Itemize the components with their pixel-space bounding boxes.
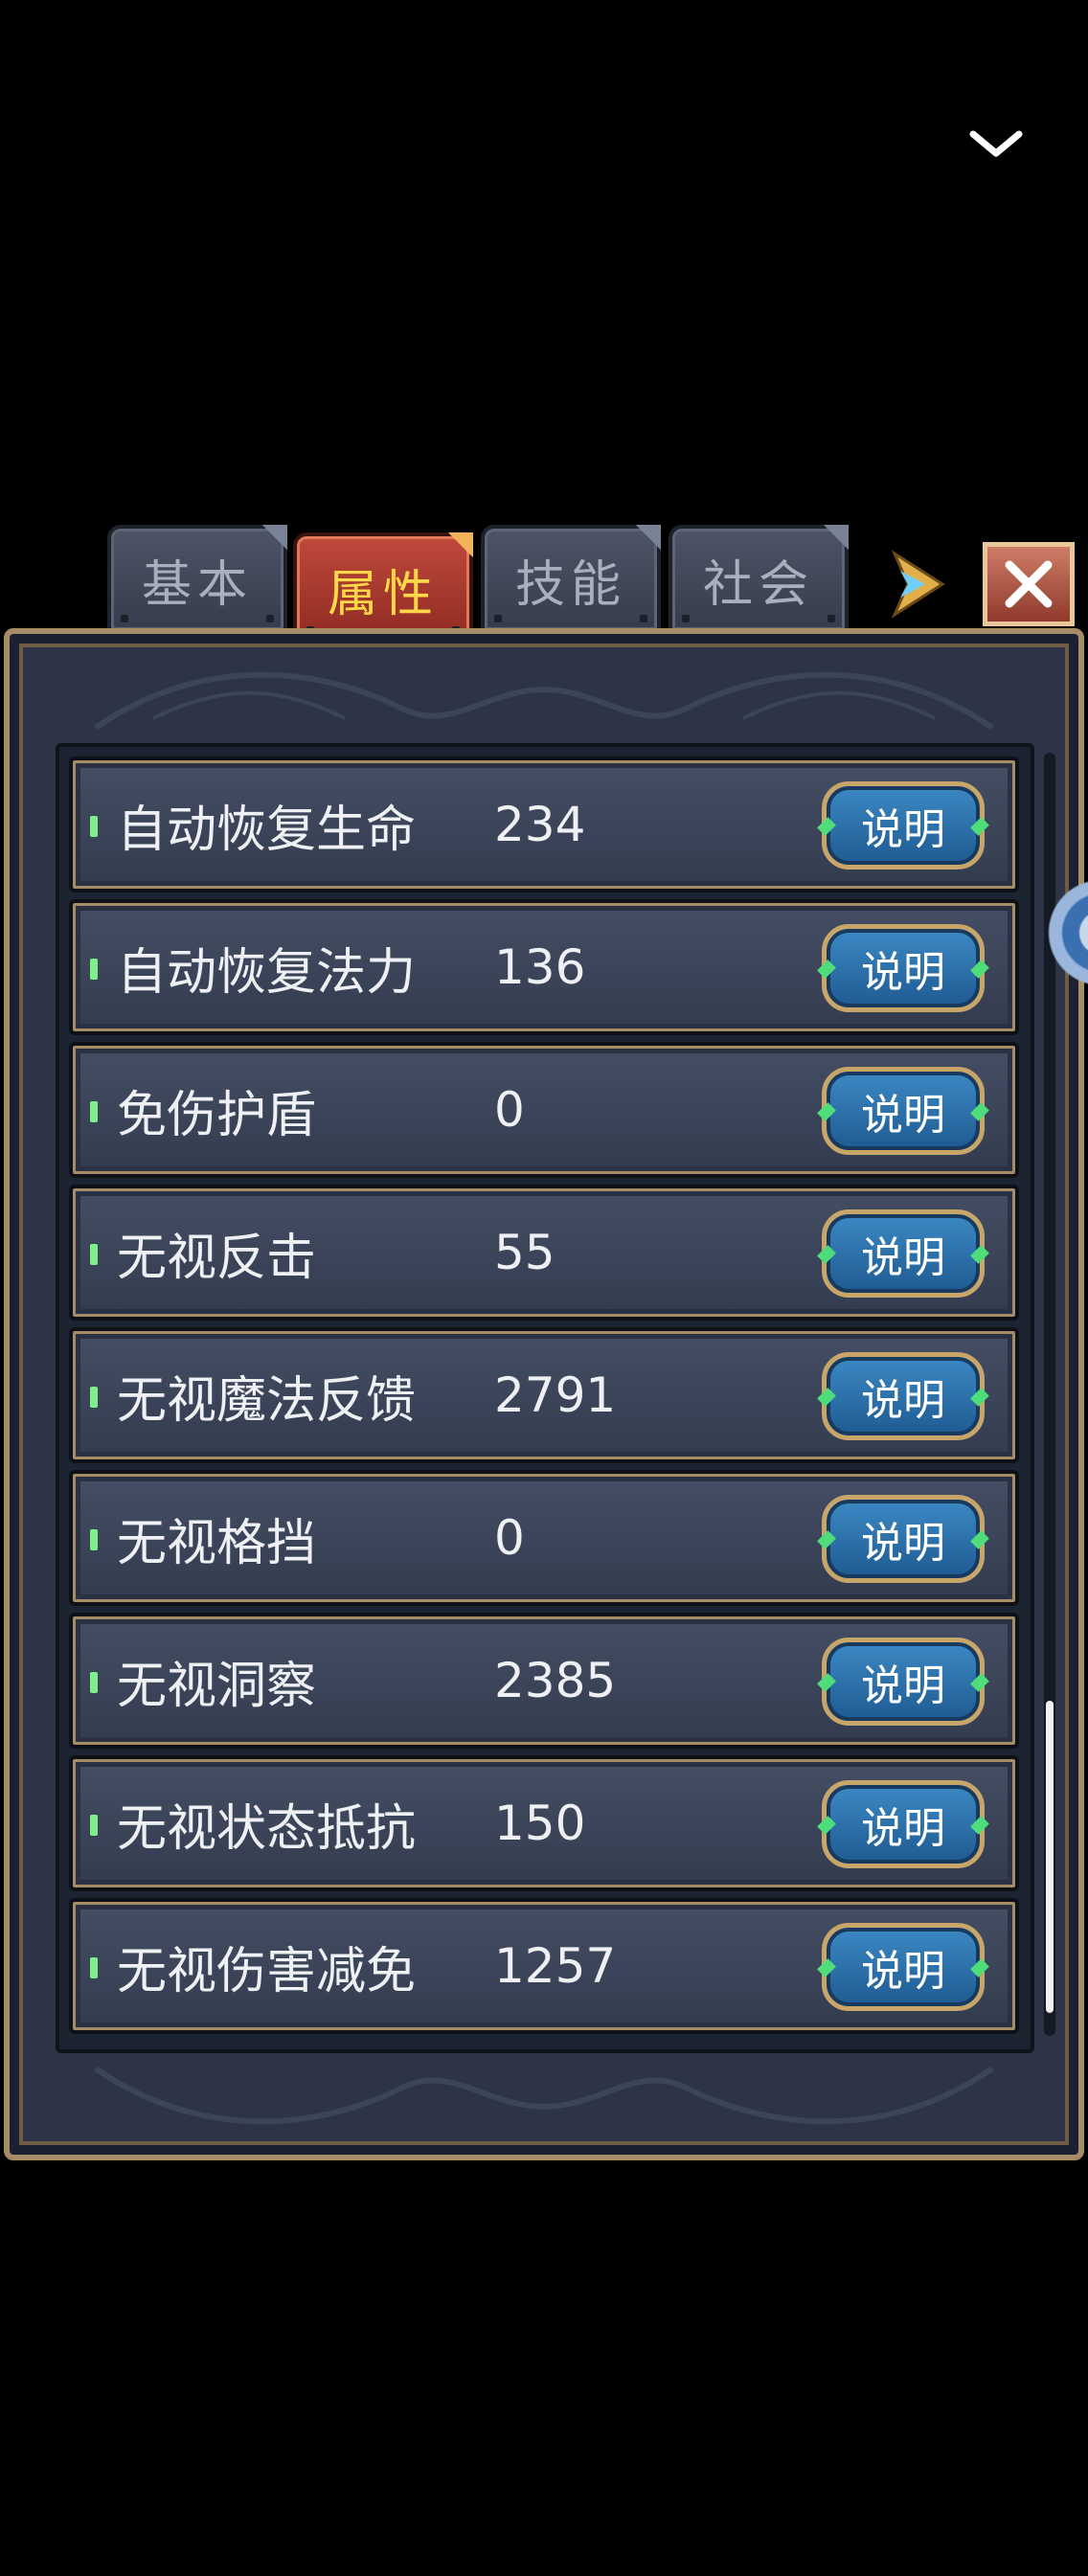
chevron-down-icon[interactable] bbox=[967, 124, 1025, 163]
explain-button[interactable]: 说明 bbox=[817, 1638, 989, 1726]
tab-skills[interactable]: 技能 bbox=[481, 525, 661, 634]
attribute-value: 150 bbox=[494, 1796, 586, 1851]
explain-button-label: 说明 bbox=[861, 948, 945, 997]
attribute-value: 234 bbox=[494, 797, 586, 852]
arrow-right-icon[interactable] bbox=[887, 548, 948, 621]
attribute-name: 无视状态抵抗 bbox=[117, 1799, 417, 1858]
attribute-name: 自动恢复生命 bbox=[117, 801, 417, 859]
attribute-name: 自动恢复法力 bbox=[117, 943, 417, 1002]
frame-ornament-bottom bbox=[94, 2066, 994, 2125]
explain-button[interactable]: 说明 bbox=[817, 924, 989, 1012]
attribute-row: 无视状态抵抗 150 说明 bbox=[69, 1755, 1019, 1891]
attribute-row: 无视反击 55 说明 bbox=[69, 1185, 1019, 1321]
tab-social-label: 社会 bbox=[702, 555, 814, 614]
bullet-marker bbox=[90, 1387, 98, 1408]
tab-basic[interactable]: 基本 bbox=[107, 525, 287, 634]
bullet-marker bbox=[90, 959, 98, 980]
attribute-value: 0 bbox=[494, 1510, 525, 1566]
explain-button-label: 说明 bbox=[861, 1519, 945, 1568]
tab-skills-label: 技能 bbox=[514, 555, 626, 614]
explain-button-label: 说明 bbox=[861, 1804, 945, 1853]
explain-button[interactable]: 说明 bbox=[817, 1352, 989, 1440]
close-button[interactable] bbox=[983, 542, 1075, 626]
explain-button-label: 说明 bbox=[861, 1091, 945, 1140]
attribute-value: 0 bbox=[494, 1082, 525, 1138]
explain-button[interactable]: 说明 bbox=[817, 781, 989, 870]
attribute-row: 自动恢复法力 136 说明 bbox=[69, 899, 1019, 1035]
attribute-name: 无视魔法反馈 bbox=[117, 1371, 417, 1430]
explain-button[interactable]: 说明 bbox=[817, 1209, 989, 1298]
explain-button[interactable]: 说明 bbox=[817, 1780, 989, 1868]
attribute-value: 2385 bbox=[494, 1653, 617, 1708]
explain-button-label: 说明 bbox=[861, 805, 945, 854]
close-icon bbox=[1005, 560, 1053, 608]
attribute-row: 无视洞察 2385 说明 bbox=[69, 1613, 1019, 1749]
tab-basic-label: 基本 bbox=[141, 555, 253, 614]
attribute-name: 无视伤害减免 bbox=[117, 1942, 417, 2000]
bullet-marker bbox=[90, 1957, 98, 1978]
bullet-marker bbox=[90, 1244, 98, 1265]
attribute-value: 2791 bbox=[494, 1367, 617, 1423]
attribute-row: 自动恢复生命 234 说明 bbox=[69, 757, 1019, 893]
bullet-marker bbox=[90, 1815, 98, 1836]
attribute-row: 无视格挡 0 说明 bbox=[69, 1470, 1019, 1606]
explain-button[interactable]: 说明 bbox=[817, 1495, 989, 1583]
bullet-marker bbox=[90, 816, 98, 837]
explain-button-label: 说明 bbox=[861, 1233, 945, 1282]
attribute-row: 无视魔法反馈 2791 说明 bbox=[69, 1327, 1019, 1463]
explain-button-label: 说明 bbox=[861, 1661, 945, 1710]
explain-button[interactable]: 说明 bbox=[817, 1067, 989, 1155]
explain-button-label: 说明 bbox=[861, 1947, 945, 1996]
bullet-marker bbox=[90, 1101, 98, 1122]
scrollbar-thumb[interactable] bbox=[1046, 1701, 1054, 2013]
attribute-value: 1257 bbox=[494, 1938, 617, 1994]
tab-attributes-label: 属性 bbox=[327, 565, 439, 623]
bullet-marker bbox=[90, 1529, 98, 1550]
attribute-name: 无视格挡 bbox=[117, 1514, 317, 1572]
tab-social[interactable]: 社会 bbox=[669, 525, 849, 634]
bullet-marker bbox=[90, 1672, 98, 1693]
attribute-name: 免伤护盾 bbox=[117, 1086, 317, 1144]
explain-button-label: 说明 bbox=[861, 1376, 945, 1425]
frame-ornament-top bbox=[94, 671, 994, 731]
explain-button[interactable]: 说明 bbox=[817, 1923, 989, 2011]
attribute-row: 无视伤害减免 1257 说明 bbox=[69, 1898, 1019, 2034]
attribute-row: 免伤护盾 0 说明 bbox=[69, 1042, 1019, 1178]
attribute-value: 55 bbox=[494, 1225, 555, 1280]
attribute-name: 无视洞察 bbox=[117, 1657, 317, 1715]
attribute-value: 136 bbox=[494, 939, 586, 995]
attribute-name: 无视反击 bbox=[117, 1229, 317, 1287]
